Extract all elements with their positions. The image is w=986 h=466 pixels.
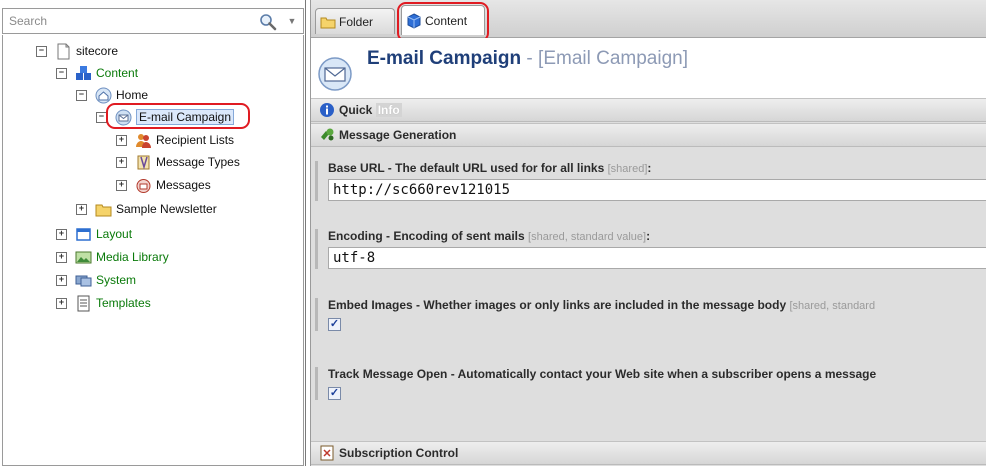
search-input[interactable] — [9, 14, 249, 28]
expand-icon[interactable]: + — [116, 179, 127, 191]
fields-area: Base URL - The default URL used for for … — [311, 147, 986, 441]
home-icon — [95, 87, 112, 103]
page-title: E-mail Campaign - [Email Campaign] — [367, 48, 688, 70]
tree-item-layout[interactable]: + Layout — [56, 224, 132, 244]
document-icon — [57, 43, 70, 59]
section-title: Message Generation — [339, 128, 457, 142]
tree-item-sample-newsletter[interactable]: + Sample Newsletter — [76, 199, 217, 219]
section-quick-info[interactable]: Quick Info — [311, 98, 986, 122]
tree-item-label: Layout — [96, 227, 133, 241]
tree-item-templates[interactable]: + Templates — [56, 293, 151, 313]
section-title: Subscription Control — [339, 446, 459, 460]
content-tree-pane: ▼ − sitecore − Content − Home − E-mail C… — [0, 0, 306, 466]
tree-item-messages[interactable]: + Messages — [116, 175, 211, 195]
layout-icon — [76, 227, 91, 241]
expand-icon[interactable]: + — [116, 134, 127, 146]
tree-item-label: System — [96, 273, 137, 287]
tree-item-label: Media Library — [96, 250, 169, 264]
field-label-text: Base URL - The default URL used for for … — [328, 161, 605, 175]
tab-bar: Folder Content — [311, 0, 986, 42]
tree-item-label: Message Types — [156, 155, 240, 169]
field-label-text: Track Message Open - Automatically conta… — [328, 367, 877, 381]
section-title-suffix: Info — [375, 103, 402, 117]
track-open-checkbox[interactable]: ✓ — [328, 387, 341, 400]
message-types-icon — [137, 155, 150, 170]
message-generation-icon — [321, 128, 334, 141]
field-meta: [shared] — [607, 163, 648, 175]
recipients-icon — [136, 133, 151, 148]
tree-item-sitecore[interactable]: − sitecore — [36, 41, 118, 61]
section-message-generation[interactable]: Message Generation — [311, 123, 986, 147]
info-icon — [320, 103, 334, 117]
field-label: Base URL - The default URL used for for … — [328, 161, 986, 177]
tree-item-recipient-lists[interactable]: + Recipient Lists — [116, 130, 234, 150]
section-title: Quick — [339, 103, 373, 117]
content-cubes-icon — [76, 65, 91, 80]
collapse-icon[interactable]: − — [76, 89, 87, 101]
field-label: Encoding - Encoding of sent mails [share… — [328, 229, 986, 245]
expand-icon[interactable]: + — [116, 156, 127, 168]
content-editor-pane: Folder Content E-mail Campaign - [Email … — [310, 0, 986, 466]
expand-icon[interactable]: + — [56, 228, 67, 240]
tab-highlight — [397, 2, 489, 42]
tree-item-label: Home — [116, 88, 149, 102]
tree-item-message-types[interactable]: + Message Types — [116, 152, 240, 172]
selection-highlight — [106, 103, 250, 129]
templates-icon — [77, 295, 90, 311]
tree-item-label: sitecore — [76, 44, 119, 58]
tree-item-label: Sample Newsletter — [116, 202, 217, 216]
field-label: Track Message Open - Automatically conta… — [328, 367, 986, 383]
field-meta: [shared, standard — [789, 300, 876, 312]
tab-folder[interactable]: Folder — [315, 8, 395, 34]
embed-images-checkbox[interactable]: ✓ — [328, 318, 341, 331]
subscription-icon — [320, 445, 334, 461]
tree-item-system[interactable]: + System — [56, 270, 136, 290]
search-box: ▼ — [2, 8, 304, 34]
tab-label: Folder — [339, 14, 374, 29]
tree-item-label: Templates — [96, 296, 151, 310]
tree-item-label: Content — [96, 66, 139, 80]
field-encoding: Encoding - Encoding of sent mails [share… — [315, 229, 986, 269]
field-label-text: Embed Images - Whether images or only li… — [328, 298, 787, 312]
expand-icon[interactable]: + — [56, 274, 67, 286]
search-dropdown-icon[interactable]: ▼ — [285, 14, 299, 28]
field-label-text: Encoding - Encoding of sent mails — [328, 229, 525, 243]
item-name: E-mail Campaign — [367, 48, 522, 69]
tree-item-media-library[interactable]: + Media Library — [56, 247, 169, 267]
tree-item-label: Messages — [156, 178, 211, 192]
media-library-icon — [75, 251, 92, 263]
field-meta: [shared, standard value] — [528, 231, 647, 243]
field-label-suffix: : — [647, 161, 652, 175]
encoding-input[interactable] — [328, 247, 986, 269]
email-campaign-icon — [318, 57, 352, 91]
base-url-input[interactable] — [328, 179, 986, 201]
folder-icon — [320, 17, 336, 28]
tree-item-content[interactable]: − Content — [56, 63, 138, 83]
expand-icon[interactable]: + — [56, 251, 67, 263]
expand-icon[interactable]: + — [76, 203, 87, 215]
item-header: E-mail Campaign - [Email Campaign] — [311, 38, 986, 98]
tree-item-label: Recipient Lists — [156, 133, 235, 147]
tree-item-home[interactable]: − Home — [76, 85, 148, 105]
folder-icon — [95, 204, 112, 216]
field-base-url: Base URL - The default URL used for for … — [315, 161, 986, 201]
system-icon — [75, 275, 92, 286]
collapse-icon[interactable]: − — [36, 45, 47, 57]
template-name: - [Email Campaign] — [521, 48, 688, 69]
field-label: Embed Images - Whether images or only li… — [328, 298, 986, 314]
section-subscription-control[interactable]: Subscription Control — [311, 441, 986, 465]
collapse-icon[interactable]: − — [56, 67, 67, 79]
expand-icon[interactable]: + — [56, 297, 67, 309]
field-label-suffix: : — [646, 229, 651, 243]
field-embed-images: Embed Images - Whether images or only li… — [315, 298, 986, 331]
search-icon[interactable] — [259, 13, 277, 31]
messages-icon — [136, 178, 151, 193]
field-track-open: Track Message Open - Automatically conta… — [315, 367, 986, 400]
